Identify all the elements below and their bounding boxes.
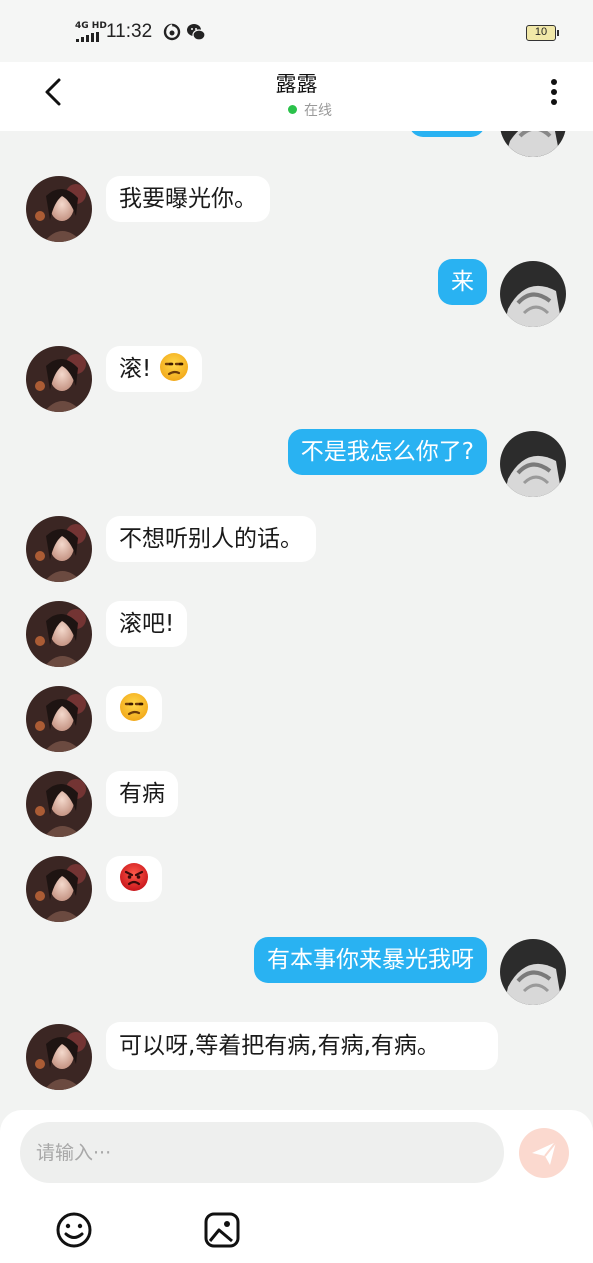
online-status-label: 在线 — [304, 103, 332, 119]
status-bar: 4G HD 11:32 10 — [0, 0, 593, 62]
contact-avatar[interactable] — [26, 601, 92, 667]
contact-avatar[interactable] — [26, 176, 92, 242]
message-bubble-incoming[interactable] — [106, 856, 162, 902]
message-list[interactable]: 我要曝光你。来滚! 不是我怎么你了? 不想听别人的话。 滚吧! 有病有本事你来暴光我呀… — [0, 131, 593, 1110]
contact-avatar[interactable] — [26, 346, 92, 412]
contact-avatar[interactable] — [26, 516, 92, 582]
send-button[interactable] — [519, 1128, 569, 1178]
my-avatar[interactable] — [500, 939, 566, 1005]
online-status: 在线 — [288, 100, 332, 120]
message-text: 不想听别人的话。 — [119, 526, 303, 552]
my-avatar[interactable] — [500, 131, 566, 157]
message-bubble-outgoing[interactable]: 不是我怎么你了? — [287, 429, 487, 475]
swirl-notification-icon — [163, 23, 181, 41]
chat-header: 露露 在线 — [0, 62, 593, 131]
network-indicator: 4G HD — [75, 21, 107, 31]
message-text: 滚! — [119, 356, 152, 382]
message-text: 可以呀,等着把有病,有病,有病。 — [119, 1033, 440, 1059]
unamused-face-emoji-icon — [120, 693, 148, 721]
message-bubble-incoming[interactable]: 我要曝光你。 — [106, 176, 270, 222]
message-bubble-incoming[interactable]: 滚吧! — [106, 601, 188, 647]
message-text: 我要曝光你。 — [119, 186, 257, 212]
message-text: 滚吧! — [119, 611, 175, 637]
battery-icon: 10 — [526, 25, 559, 41]
status-time: 11:32 — [106, 21, 153, 42]
message-text: 有病 — [119, 781, 165, 807]
message-text: 有本事你来暴光我呀 — [267, 947, 474, 973]
message-bubble-outgoing-partial[interactable] — [409, 131, 485, 137]
message-bubble-incoming[interactable] — [106, 686, 162, 732]
my-avatar[interactable] — [500, 261, 566, 327]
message-bubble-incoming[interactable]: 可以呀,等着把有病,有病,有病。 — [106, 1022, 498, 1070]
composer-bar — [0, 1110, 593, 1263]
contact-avatar[interactable] — [26, 856, 92, 922]
message-text: 不是我怎么你了? — [300, 439, 474, 465]
unamused-face-emoji-icon — [159, 353, 188, 381]
message-bubble-incoming[interactable]: 滚! — [106, 346, 202, 392]
contact-avatar[interactable] — [26, 771, 92, 837]
contact-avatar[interactable] — [26, 686, 92, 752]
more-options-icon[interactable] — [542, 74, 566, 110]
send-paper-plane-icon — [532, 1141, 557, 1165]
message-text: 来 — [451, 269, 474, 295]
message-bubble-outgoing[interactable]: 有本事你来暴光我呀 — [254, 937, 487, 983]
message-input[interactable] — [20, 1122, 504, 1183]
signal-icon — [76, 32, 101, 42]
angry-face-emoji-icon — [120, 863, 148, 891]
image-picker-icon[interactable] — [202, 1210, 242, 1250]
message-bubble-incoming[interactable]: 有病 — [106, 771, 178, 817]
contact-name: 露露 — [275, 72, 318, 96]
contact-avatar[interactable] — [26, 1024, 92, 1090]
message-bubble-outgoing[interactable]: 来 — [438, 259, 487, 305]
online-dot-icon — [288, 105, 297, 114]
message-bubble-incoming[interactable]: 不想听别人的话。 — [106, 516, 316, 562]
emoji-picker-icon[interactable] — [54, 1210, 94, 1250]
my-avatar[interactable] — [500, 431, 566, 497]
wechat-notification-icon — [187, 24, 206, 41]
